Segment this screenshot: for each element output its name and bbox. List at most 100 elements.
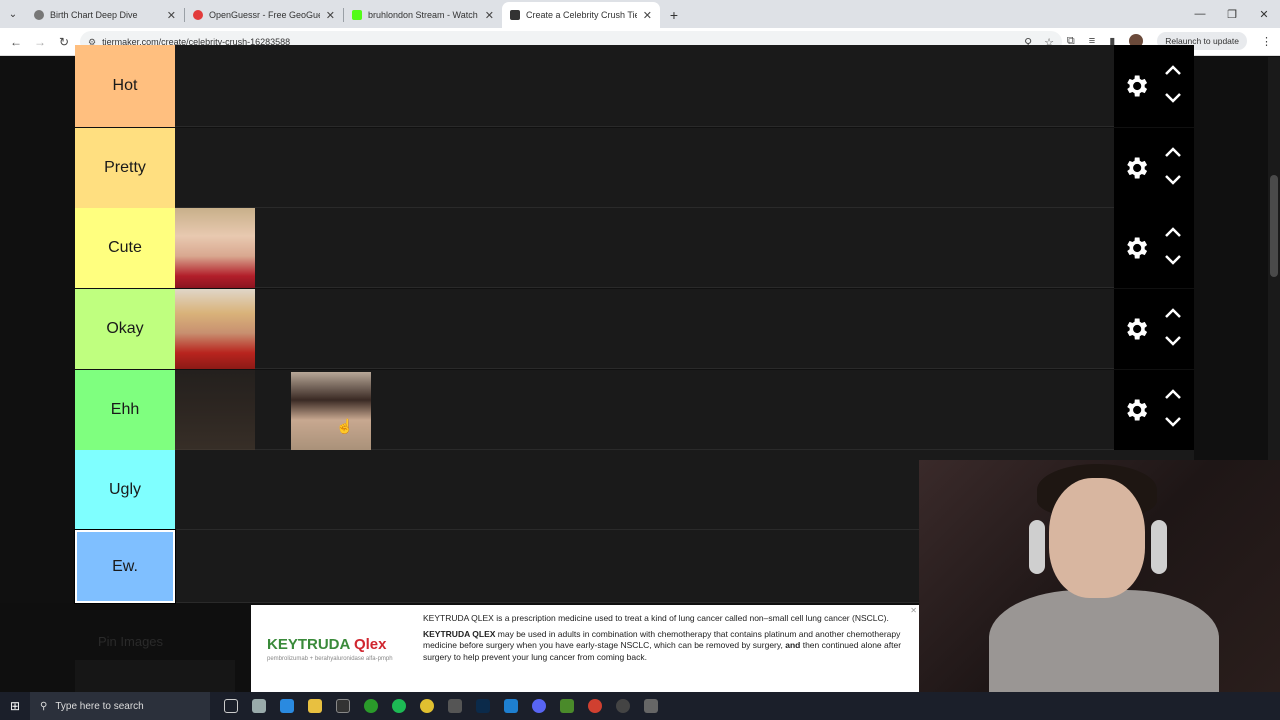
app-icon[interactable] <box>280 699 294 713</box>
ad-brand-sub: pembrolizumab + berahyaluronidase alfa-p… <box>267 655 393 662</box>
celebrity-image-dragging[interactable] <box>291 372 371 452</box>
minimize-icon[interactable]: — <box>1184 0 1216 28</box>
scrollbar-thumb[interactable] <box>1270 175 1278 277</box>
tier-row-hot: Hot <box>75 45 1194 127</box>
close-tab-icon[interactable]: ✕ <box>167 9 176 22</box>
app-icon[interactable] <box>448 699 462 713</box>
move-down-icon[interactable] <box>1164 91 1182 109</box>
xbox-icon[interactable] <box>364 699 378 713</box>
favicon-icon <box>34 10 44 20</box>
close-tab-icon[interactable]: ✕ <box>485 9 494 22</box>
file-manager-icon[interactable] <box>252 699 266 713</box>
tier-label[interactable]: Ehh <box>75 370 175 450</box>
back-icon[interactable]: ← <box>4 35 28 49</box>
tier-drop-zone[interactable] <box>175 289 1194 369</box>
celebrity-image[interactable] <box>175 208 255 288</box>
ad-logo: KEYTRUDA Qlex pembrolizumab + berahyalur… <box>259 613 423 684</box>
move-down-icon[interactable] <box>1164 253 1182 271</box>
tab-openguessr[interactable]: OpenGuessr - Free GeoGuessr ✕ <box>185 2 343 28</box>
gear-icon[interactable] <box>1114 72 1158 100</box>
headphone-icon <box>1029 520 1045 574</box>
ad-banner[interactable]: KEYTRUDA Qlex pembrolizumab + berahyalur… <box>251 605 919 692</box>
tier-controls <box>1114 45 1194 127</box>
tier-controls <box>1114 289 1194 369</box>
ad-paragraph-2: KEYTRUDA QLEX may be used in adults in c… <box>423 628 902 662</box>
celebrity-image-placeholder[interactable] <box>175 370 255 450</box>
webcam-overlay <box>919 460 1280 692</box>
move-up-icon[interactable] <box>1164 63 1182 81</box>
tier-label[interactable]: Pretty <box>75 128 175 208</box>
tier-controls <box>1114 208 1194 288</box>
favicon-icon <box>510 10 520 20</box>
tier-label[interactable]: Ugly <box>75 450 175 530</box>
windows-start-icon[interactable]: ⊞ <box>0 699 30 713</box>
hand-cursor-icon: ☝ <box>336 418 354 434</box>
close-tab-icon[interactable]: ✕ <box>326 9 335 22</box>
favicon-icon <box>193 10 203 20</box>
tab-tiermaker[interactable]: Create a Celebrity Crush Tier Li ✕ <box>502 2 660 28</box>
ad-close-icon[interactable]: ✕ <box>910 606 917 615</box>
tier-row-pretty: Pretty <box>75 128 1194 208</box>
tab-kick-stream[interactable]: bruhlondon Stream - Watch Li ✕ <box>344 2 502 28</box>
tier-row-ehh: Ehh <box>75 370 1194 452</box>
close-window-icon[interactable]: ✕ <box>1248 0 1280 28</box>
move-down-icon[interactable] <box>1164 173 1182 191</box>
windows-taskbar: ⊞ ⚲ Type here to search <box>0 692 1280 720</box>
ad-brand-variant: Qlex <box>353 635 387 653</box>
tier-drop-zone[interactable] <box>175 370 1194 452</box>
move-down-icon[interactable] <box>1164 415 1182 433</box>
tier-row-okay: Okay <box>75 289 1194 369</box>
gear-icon[interactable] <box>1114 234 1158 262</box>
forward-icon[interactable]: → <box>28 35 52 49</box>
tier-drop-zone[interactable] <box>175 45 1194 126</box>
celebrity-image[interactable] <box>175 289 255 369</box>
close-tab-icon[interactable]: ✕ <box>643 9 652 22</box>
gear-icon[interactable] <box>1114 315 1158 343</box>
calculator-icon[interactable] <box>644 699 658 713</box>
folder-icon[interactable] <box>308 699 322 713</box>
tab-search-icon[interactable]: ⌄ <box>0 0 26 28</box>
move-up-icon[interactable] <box>1164 306 1182 324</box>
window-controls: — ❐ ✕ <box>1184 0 1280 28</box>
clock-app-icon[interactable] <box>616 699 630 713</box>
task-view-icon[interactable] <box>224 699 238 713</box>
chrome-icon[interactable] <box>420 699 434 713</box>
spotify-icon[interactable] <box>392 699 406 713</box>
webcam-person-hoodie <box>989 590 1219 692</box>
new-tab-icon[interactable]: + <box>660 2 688 28</box>
move-up-icon[interactable] <box>1164 225 1182 243</box>
tier-label[interactable]: Cute <box>75 208 175 288</box>
tab-birth-chart[interactable]: Birth Chart Deep Dive ✕ <box>26 2 184 28</box>
discord-icon[interactable] <box>532 699 546 713</box>
ad-brand-name: KEYTRUDA <box>267 635 350 653</box>
tier-label[interactable]: Hot <box>75 45 175 127</box>
move-up-icon[interactable] <box>1164 145 1182 163</box>
tier-drop-zone[interactable] <box>175 128 1194 207</box>
terminal-icon[interactable] <box>336 699 350 713</box>
gear-icon[interactable] <box>1114 396 1158 424</box>
move-up-icon[interactable] <box>1164 387 1182 405</box>
search-icon: ⚲ <box>40 700 48 712</box>
image-pool[interactable] <box>75 660 235 696</box>
tier-controls <box>1114 128 1194 208</box>
move-down-icon[interactable] <box>1164 334 1182 352</box>
taskbar-search[interactable]: ⚲ Type here to search <box>30 692 210 720</box>
gear-icon[interactable] <box>1114 154 1158 182</box>
tab-strip: ⌄ Birth Chart Deep Dive ✕ OpenGuessr - F… <box>0 0 1280 28</box>
menu-kebab-icon[interactable]: ⋮ <box>1261 35 1272 48</box>
tier-label[interactable]: Okay <box>75 289 175 369</box>
chrome-active-icon[interactable] <box>588 699 602 713</box>
minecraft-icon[interactable] <box>560 699 574 713</box>
tier-drop-zone[interactable] <box>175 208 1194 288</box>
pin-images-label[interactable]: Pin Images <box>98 634 163 649</box>
reload-icon[interactable]: ↻ <box>52 35 76 49</box>
ad-copy: KEYTRUDA QLEX is a prescription medicine… <box>423 613 911 684</box>
vscode-icon[interactable] <box>504 699 518 713</box>
headphone-icon <box>1151 520 1167 574</box>
tier-label-editing[interactable]: Ew. <box>74 529 176 604</box>
photoshop-icon[interactable] <box>476 699 490 713</box>
taskbar-apps <box>224 699 658 713</box>
restore-icon[interactable]: ❐ <box>1216 0 1248 28</box>
taskbar-search-placeholder: Type here to search <box>55 700 144 712</box>
tier-controls <box>1114 370 1194 450</box>
